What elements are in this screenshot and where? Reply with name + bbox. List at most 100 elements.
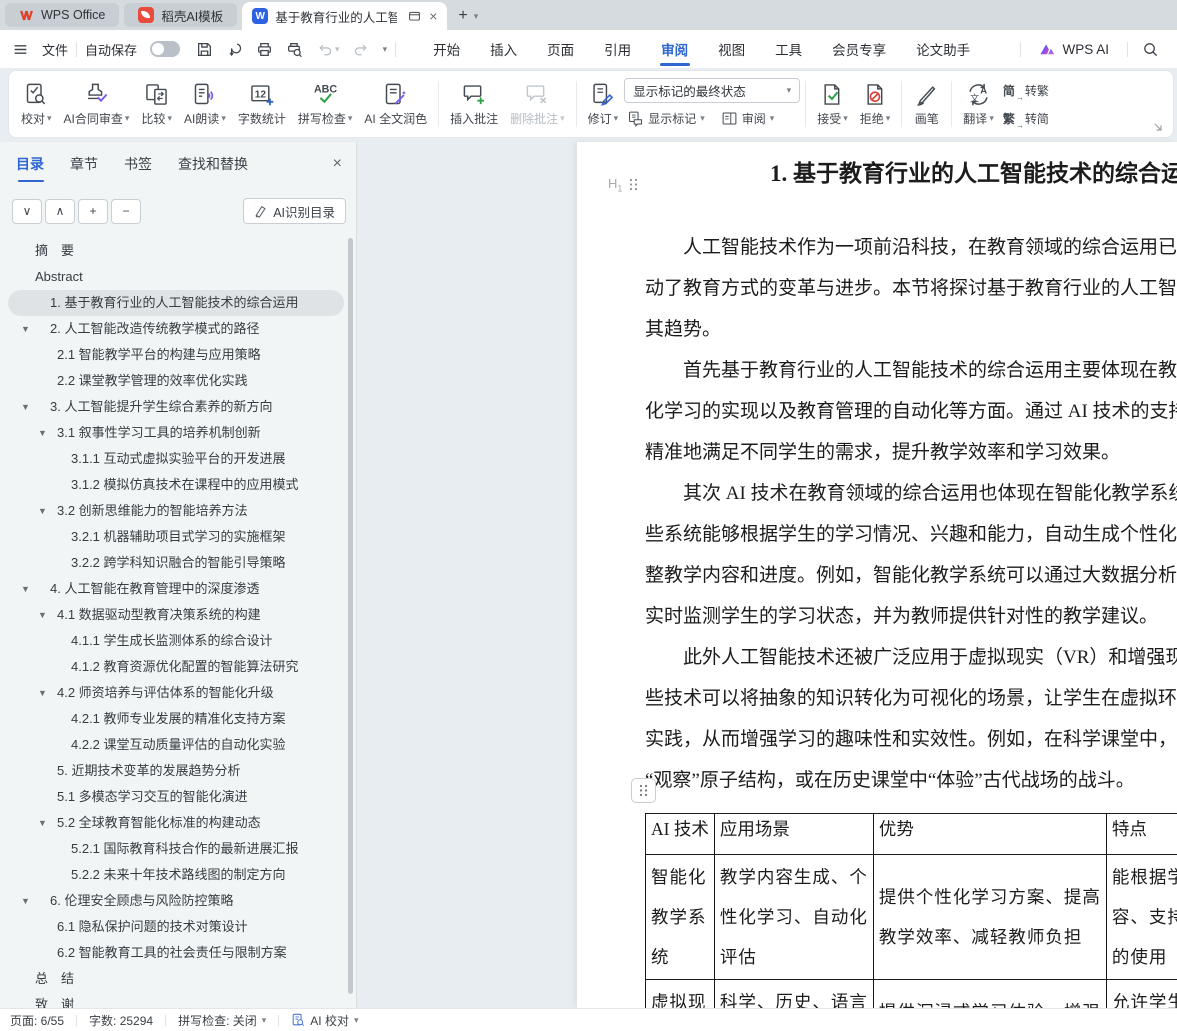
toc-item[interactable]: ▼ 2. 人工智能改造传统教学模式的路径 xyxy=(8,316,344,342)
spell-check-status[interactable]: 拼写检查: 关闭▾ xyxy=(178,1012,266,1029)
toc-item[interactable]: ▼ 5.2.1 国际教育科技合作的最新进展汇报 xyxy=(8,836,344,862)
insert-comment-button[interactable]: 插入批注 xyxy=(444,75,504,133)
toc-item[interactable]: ▼ 6.1 隐私保护问题的技术对策设计 xyxy=(8,914,344,940)
menu-tab[interactable]: 论文助手 xyxy=(901,30,985,68)
document-text-line[interactable]: 其趋势。 xyxy=(577,314,1177,355)
review-pane-button[interactable]: 审阅▾ xyxy=(718,107,778,131)
toc-item[interactable]: ▼ 4. 人工智能在教育管理中的深度渗透 xyxy=(8,576,344,602)
promote-heading-button[interactable]: + xyxy=(78,199,108,224)
toc-item[interactable]: ▼ 6.2 智能教育工具的社会责任与限制方案 xyxy=(8,940,344,966)
table-header-cell[interactable]: 优势 xyxy=(873,814,1106,855)
document-text-line[interactable]: 实践，从而增强学习的趣味性和实效性。例如，在科学课堂中，学生可以 xyxy=(577,724,1177,765)
toc-item[interactable]: ▼ 3.2 创新思维能力的智能培养方法 xyxy=(8,498,344,524)
toc-item[interactable]: ▼ 3.2.1 机器辅助项目式学习的实施框架 xyxy=(8,524,344,550)
toc-expand-arrow-icon[interactable]: ▼ xyxy=(38,680,47,706)
toc-item[interactable]: ▼ 3.1.2 模拟仿真技术在课程中的应用模式 xyxy=(8,472,344,498)
document-text-line[interactable]: 精准地满足不同学生的需求，提升教学效率和学习效果。 xyxy=(577,437,1177,478)
document-page[interactable]: H1 1. 基于教育行业的人工智能技术的综合运用 人工智能技术作为一项前沿科技，… xyxy=(577,142,1177,1008)
ai-proofread-status[interactable]: AI 校对▾ xyxy=(291,1012,358,1029)
demote-heading-button[interactable]: − xyxy=(111,199,141,224)
redo-icon[interactable] xyxy=(353,41,370,58)
to-traditional-button[interactable]: 简 转繁 xyxy=(1000,78,1052,102)
toc-item[interactable]: ▼ 5. 近期技术变革的发展趋势分析 xyxy=(8,758,344,784)
toc-expand-arrow-icon[interactable]: ▼ xyxy=(38,810,47,836)
sidebar-tab-find-replace[interactable]: 查找和替换 xyxy=(178,154,248,182)
toc-item[interactable]: ▼ 4.1 数据驱动型教育决策系统的构建 xyxy=(8,602,344,628)
toc-item[interactable]: ▼ 4.1.1 学生成长监测体系的综合设计 xyxy=(8,628,344,654)
table-header-cell[interactable]: 应用场景 xyxy=(714,814,873,855)
toc-expand-arrow-icon[interactable]: ▼ xyxy=(21,316,30,342)
new-tab-icon[interactable]: + xyxy=(458,7,467,25)
table-cell[interactable]: 教学内容生成、个性化学习、自动化评估 xyxy=(714,855,873,980)
document-text-line[interactable]: 些系统能够根据学生的学习情况、兴趣和能力，自动生成个性化的学习方 xyxy=(577,519,1177,560)
ai-polish-button[interactable]: AI 全文润色 xyxy=(358,75,433,133)
ai-read-aloud-button[interactable]: AI朗读▾ xyxy=(178,75,232,133)
table-cell[interactable]: 虚拟现 xyxy=(646,980,715,1009)
table-cell[interactable]: 允许学生在 xyxy=(1106,980,1177,1009)
toc-item[interactable]: ▼ 3.1.1 互动式虚拟实验平台的开发进展 xyxy=(8,446,344,472)
quick-toolbar-chevron-icon[interactable]: ▾ xyxy=(383,45,388,54)
toc-expand-arrow-icon[interactable]: ▼ xyxy=(38,602,47,628)
heading-drag-handle-icon[interactable] xyxy=(629,178,638,191)
document-text-line[interactable]: 些技术可以将抽象的知识转化为可视化的场景，让学生在虚拟环境中进行 xyxy=(577,683,1177,724)
sidebar-tab-toc[interactable]: 目录 xyxy=(16,154,44,182)
wps-ai-button[interactable]: WPS AI xyxy=(1029,42,1119,57)
document-text-line[interactable]: “观察”原子结构，或在历史课堂中“体验”古代战场的战斗。 xyxy=(577,765,1177,806)
menu-tab[interactable]: 视图 xyxy=(703,30,760,68)
toc-item[interactable]: ▼ 4.1.2 教育资源优化配置的智能算法研究 xyxy=(8,654,344,680)
sidebar-tab-chapters[interactable]: 章节 xyxy=(70,154,98,182)
toc-item[interactable]: ▼ 3.2.2 跨学科知识融合的智能引导策略 xyxy=(8,550,344,576)
undo-icon[interactable] xyxy=(316,41,333,58)
compare-button[interactable]: 比较▾ xyxy=(135,75,178,133)
table-header-cell[interactable]: 特点 xyxy=(1106,814,1177,855)
table-cell[interactable]: 能根据学生容、支持多的使用 xyxy=(1106,855,1177,980)
menu-tab[interactable]: 插入 xyxy=(475,30,532,68)
document-text-line[interactable]: 人工智能技术作为一项前沿科技，在教育领域的综合运用已经取得了 xyxy=(577,232,1177,273)
ink-brush-button[interactable]: 画笔 xyxy=(907,75,946,133)
close-tab-icon[interactable]: × xyxy=(429,9,437,23)
toc-item[interactable]: ▼ 摘 要 xyxy=(8,238,344,264)
toc-item[interactable]: ▼ 6. 伦理安全顾虑与风险防控策略 xyxy=(8,888,344,914)
table-cell[interactable]: 提供个性化学习方案、提高教学效率、减轻教师负担 xyxy=(873,855,1106,980)
window-mode-icon[interactable] xyxy=(408,10,421,22)
reject-revision-button[interactable]: 拒绝▾ xyxy=(854,75,897,133)
table-cell[interactable]: 科学、历史、语言 xyxy=(714,980,873,1009)
table-drag-handle[interactable] xyxy=(631,778,656,803)
autosave-toggle[interactable] xyxy=(150,41,180,57)
tab-list-chevron-icon[interactable]: ▾ xyxy=(474,12,479,21)
file-menu[interactable]: 文件 xyxy=(12,40,68,59)
toc-expand-arrow-icon[interactable]: ▼ xyxy=(21,888,30,914)
document-text-line[interactable]: 其次 AI 技术在教育领域的综合运用也体现在智能化教学系统的开发 xyxy=(577,478,1177,519)
track-changes-button[interactable]: 修订▾ xyxy=(582,75,625,133)
proofread-button[interactable]: 校对▾ xyxy=(15,75,58,133)
toc-expand-arrow-icon[interactable]: ▼ xyxy=(21,576,30,602)
tab-document[interactable]: W 基于教育行业的人工智能技术 × xyxy=(242,2,447,30)
table-cell[interactable]: 智能化教学系统 xyxy=(646,855,715,980)
document-text-line[interactable]: 化学习的实现以及教育管理的自动化等方面。通过 AI 技术的支持，教育 xyxy=(577,396,1177,437)
sidebar-close-icon[interactable]: × xyxy=(333,155,342,181)
toc-item[interactable]: ▼ 2.2 课堂教学管理的效率优化实践 xyxy=(8,368,344,394)
show-markup-button[interactable]: 显示标记▾ xyxy=(624,107,708,131)
toc-item[interactable]: ▼ 4.2.1 教师专业发展的精准化支持方案 xyxy=(8,706,344,732)
document-text-line[interactable]: 首先基于教育行业的人工智能技术的综合运用主要体现在教学模式的 xyxy=(577,355,1177,396)
collapse-all-button[interactable]: ∧ xyxy=(45,199,75,224)
export-icon[interactable] xyxy=(226,41,243,58)
toc-item[interactable]: ▼ 1. 基于教育行业的人工智能技术的综合运用 xyxy=(8,290,344,316)
toc-item[interactable]: ▼ Abstract xyxy=(8,264,344,290)
toc-item[interactable]: ▼ 3.1 叙事性学习工具的培养机制创新 xyxy=(8,420,344,446)
spell-check-button[interactable]: ABC 拼写检查▾ xyxy=(292,75,359,133)
toc-expand-arrow-icon[interactable]: ▼ xyxy=(21,394,30,420)
menu-tab[interactable]: 会员专享 xyxy=(817,30,901,68)
page-indicator[interactable]: 页面: 6/55 xyxy=(10,1012,64,1029)
toc-item[interactable]: ▼ 2.1 智能教学平台的构建与应用策略 xyxy=(8,342,344,368)
ai-contract-review-button[interactable]: AI合同审查▾ xyxy=(58,75,136,133)
accept-revision-button[interactable]: 接受▾ xyxy=(811,75,854,133)
toc-item[interactable]: ▼ 5.2 全球教育智能化标准的构建动态 xyxy=(8,810,344,836)
toc-expand-arrow-icon[interactable]: ▼ xyxy=(38,420,47,446)
menu-tab[interactable]: 开始 xyxy=(418,30,475,68)
tab-wps-office[interactable]: WPS Office xyxy=(5,3,119,27)
toc-item[interactable]: ▼ 5.1 多模态学习交互的智能化演进 xyxy=(8,784,344,810)
translate-button[interactable]: 文A 翻译▾ xyxy=(957,75,1000,133)
document-text-line[interactable]: 动了教育方式的变革与进步。本节将探讨基于教育行业的人工智能技术的 xyxy=(577,273,1177,314)
word-count-button[interactable]: 12 字数统计 xyxy=(232,75,292,133)
